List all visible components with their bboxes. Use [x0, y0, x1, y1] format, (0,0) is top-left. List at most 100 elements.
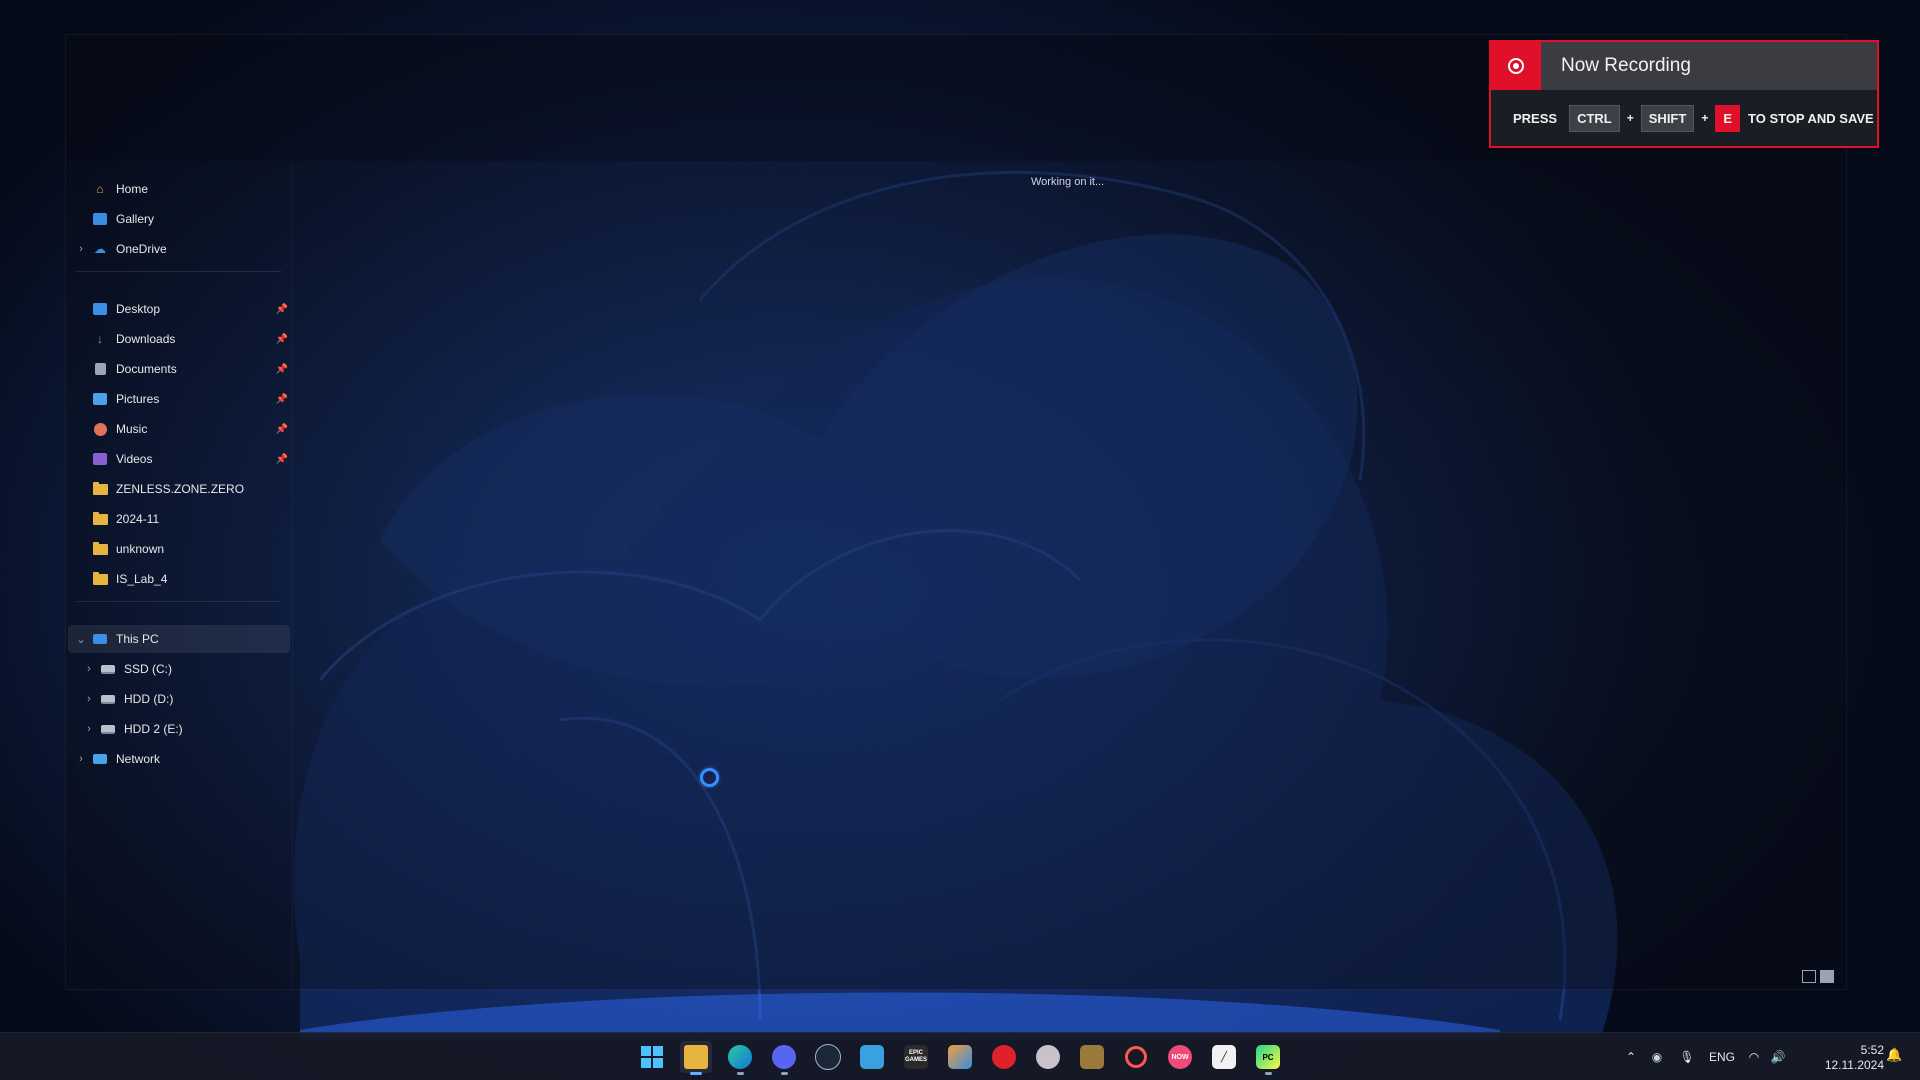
taskbar-app-ea[interactable] — [1120, 1041, 1152, 1073]
sidebar-item-gallery[interactable]: Gallery — [68, 205, 290, 233]
home-icon: ⌂ — [96, 182, 104, 196]
volume-icon[interactable]: 🔊 — [1766, 1050, 1790, 1064]
sidebar-item-home[interactable]: ⌂ Home — [68, 175, 290, 203]
chevron-right-icon[interactable]: › — [74, 753, 88, 765]
sidebar-item-hdd2-e[interactable]: › HDD 2 (E:) — [76, 715, 290, 743]
sidebar-item-music[interactable]: Music 📌 — [68, 415, 290, 443]
clock-time: 5:52 — [1860, 1043, 1884, 1057]
character-app-icon — [1036, 1045, 1060, 1069]
show-hidden-icons-icon[interactable]: ⌃ — [1620, 1050, 1642, 1064]
pictures-icon — [92, 392, 108, 406]
sidebar-item-label: ZENLESS.ZONE.ZERO — [116, 482, 245, 496]
taskbar-app-cube[interactable] — [944, 1041, 976, 1073]
folder-icon — [92, 481, 108, 496]
start-button[interactable] — [636, 1041, 668, 1073]
edge-icon — [728, 1045, 752, 1069]
pin-icon: 📌 — [275, 453, 288, 465]
sidebar-item-this-pc[interactable]: ⌄ This PC — [68, 625, 290, 653]
taskbar-app-character[interactable] — [1032, 1041, 1064, 1073]
pin-icon: 📌 — [275, 303, 288, 315]
sidebar-item-onedrive[interactable]: › ☁ OneDrive — [68, 235, 290, 263]
taskbar-file-explorer[interactable] — [680, 1041, 712, 1075]
taskbar-discord[interactable] — [768, 1041, 800, 1075]
sidebar-item-label: Network — [116, 752, 161, 766]
discord-icon — [772, 1045, 796, 1069]
taskbar-pycharm[interactable]: PC — [1252, 1041, 1284, 1075]
microphone-icon[interactable]: 🎙 — [1672, 1050, 1702, 1064]
system-tray: ⌃ ◉ 🎙 ENG ◠ 🔊 — [1620, 1033, 1790, 1080]
folder-icon — [92, 541, 108, 556]
navigation-pane: ⌂ Home Gallery › ☁ OneDrive Desktop 📌 ↓ … — [66, 161, 293, 989]
plus-sign: + — [1626, 111, 1634, 125]
sidebar-item-zenless-zone-zero[interactable]: ZENLESS.ZONE.ZERO — [68, 475, 290, 503]
sidebar-divider — [76, 271, 281, 272]
documents-icon — [92, 362, 108, 376]
sidebar-item-ssd-c[interactable]: › SSD (C:) — [76, 655, 290, 683]
network-icon — [92, 752, 108, 766]
taskbar-app-red[interactable] — [988, 1041, 1020, 1073]
recording-title: Now Recording — [1561, 55, 1691, 76]
details-view-icon[interactable] — [1802, 970, 1816, 983]
sidebar-item-videos[interactable]: Videos 📌 — [68, 445, 290, 473]
recording-header: Now Recording — [1491, 42, 1877, 90]
file-explorer-window: ⌂ Home Gallery › ☁ OneDrive Desktop 📌 ↓ … — [65, 34, 1847, 990]
press-label: PRESS — [1513, 110, 1558, 126]
key-ctrl: CTRL — [1569, 104, 1620, 132]
drive-icon — [100, 662, 116, 676]
clock[interactable]: 5:52 12.11.2024 — [1812, 1043, 1884, 1073]
onedrive-icon: ☁ — [94, 242, 106, 256]
epic-games-icon: EPIC GAMES — [904, 1045, 928, 1069]
steam-icon — [815, 1044, 841, 1070]
sidebar-item-unknown[interactable]: unknown — [68, 535, 290, 563]
sidebar-item-label: OneDrive — [116, 242, 167, 256]
taskbar-app-blue[interactable] — [856, 1041, 888, 1073]
key-e: E — [1715, 104, 1741, 132]
sidebar-item-desktop[interactable]: Desktop 📌 — [68, 295, 290, 323]
sidebar-item-label: HDD 2 (E:) — [124, 722, 183, 736]
language-indicator[interactable]: ENG — [1702, 1050, 1742, 1064]
videos-icon — [92, 452, 108, 466]
taskbar-app-game[interactable] — [1076, 1041, 1108, 1073]
drive-icon — [100, 692, 116, 706]
sidebar-item-label: unknown — [116, 542, 165, 556]
sidebar-item-label: Music — [116, 422, 148, 436]
game-app-icon — [1080, 1045, 1104, 1069]
sidebar-item-label: This PC — [116, 632, 159, 646]
notification-bell-icon[interactable]: 🔔 — [1886, 1047, 1902, 1063]
chevron-right-icon[interactable]: › — [82, 693, 96, 705]
pin-icon: 📌 — [275, 393, 288, 405]
chevron-right-icon[interactable]: › — [82, 723, 96, 735]
ea-app-icon — [1125, 1046, 1147, 1068]
sidebar-item-pictures[interactable]: Pictures 📌 — [68, 385, 290, 413]
red-app-icon — [992, 1045, 1016, 1069]
desktop-icon — [92, 302, 108, 316]
tiles-view-icon[interactable] — [1820, 970, 1834, 983]
taskbar-epic-games[interactable]: EPIC GAMES — [900, 1041, 932, 1073]
taskbar-edge[interactable] — [724, 1041, 756, 1075]
recording-notification: Now Recording PRESS CTRL + SHIFT + E TO … — [1489, 40, 1879, 148]
wifi-icon[interactable]: ◠ — [1742, 1050, 1766, 1064]
music-icon — [92, 422, 108, 436]
cube-app-icon — [948, 1045, 972, 1069]
sidebar-item-network[interactable]: › Network — [68, 745, 290, 773]
pin-icon: 📌 — [275, 333, 288, 345]
taskbar-steam[interactable] — [812, 1041, 844, 1073]
running-indicator — [1265, 1072, 1272, 1075]
chevron-right-icon[interactable]: › — [82, 663, 96, 675]
sidebar-item-hdd-d[interactable]: › HDD (D:) — [76, 685, 290, 713]
sidebar-item-is-lab-4[interactable]: IS_Lab_4 — [68, 565, 290, 593]
sidebar-item-downloads[interactable]: ↓ Downloads 📌 — [68, 325, 290, 353]
view-toggle — [1802, 970, 1834, 983]
chevron-right-icon[interactable]: › — [74, 243, 88, 255]
chevron-down-icon[interactable]: ⌄ — [74, 633, 88, 646]
folder-icon — [92, 571, 108, 586]
sidebar-item-documents[interactable]: Documents 📌 — [68, 355, 290, 383]
taskbar-app-notes[interactable]: ╱ — [1208, 1041, 1240, 1073]
taskbar-app-now[interactable]: NOW — [1164, 1041, 1196, 1073]
sidebar-item-2024-11[interactable]: 2024-11 — [68, 505, 290, 533]
gallery-icon — [92, 212, 108, 226]
sidebar-item-label: Pictures — [116, 392, 160, 406]
discord-tray-icon[interactable]: ◉ — [1642, 1050, 1672, 1064]
sidebar-item-label: Desktop — [116, 302, 161, 316]
app-icon — [860, 1045, 884, 1069]
